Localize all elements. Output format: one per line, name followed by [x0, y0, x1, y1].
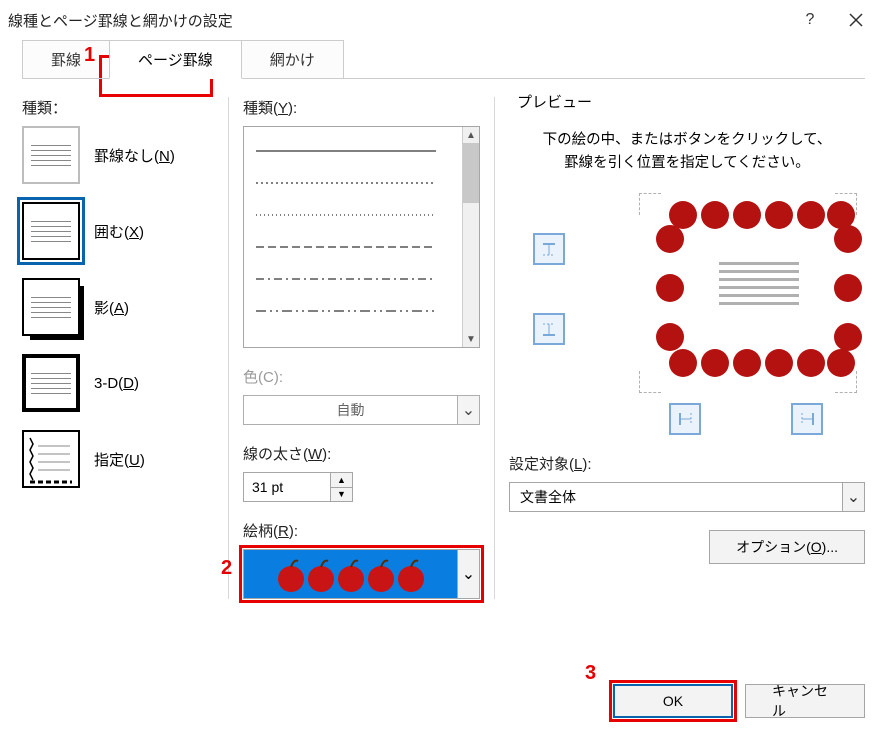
- edge-right-button[interactable]: [791, 403, 823, 435]
- annotation-number-2: 2: [221, 557, 232, 580]
- setting-shadow-label: 影(A): [94, 297, 129, 318]
- preview-legend: プレビュー: [513, 91, 596, 112]
- ok-button[interactable]: OK: [613, 684, 733, 718]
- apple-border-icon: [833, 272, 863, 302]
- setting-custom[interactable]: 指定(U): [22, 430, 222, 488]
- setting-type-label: 種類：: [22, 97, 222, 118]
- apple-border-icon: [655, 272, 685, 302]
- line-style-option[interactable]: [256, 167, 450, 199]
- setting-box-label: 囲む(X): [94, 221, 144, 242]
- color-combo[interactable]: 自動 ⌄: [243, 395, 480, 425]
- setting-3d-label: 3-D(D): [94, 375, 139, 392]
- line-style-option[interactable]: [256, 263, 450, 295]
- preview-stage[interactable]: [509, 193, 865, 393]
- preview-document: [659, 207, 859, 367]
- apple-border-icon: [655, 223, 685, 253]
- annotation-number-3: 3: [585, 662, 596, 685]
- scroll-down-icon[interactable]: ▼: [463, 331, 479, 347]
- spinner-down-icon[interactable]: ▼: [331, 487, 353, 503]
- line-style-option[interactable]: [256, 231, 450, 263]
- line-style-option[interactable]: [256, 295, 450, 327]
- line-style-list[interactable]: ▲ ▼: [243, 126, 480, 348]
- apple-icon: [306, 555, 336, 593]
- help-button[interactable]: ?: [787, 0, 833, 40]
- chevron-down-icon[interactable]: ⌄: [457, 396, 479, 424]
- apple-border-icon: [833, 321, 863, 351]
- setting-shadow[interactable]: 影(A): [22, 278, 222, 336]
- width-value[interactable]: 31 pt: [243, 472, 331, 502]
- preview-instruction: 下の絵の中、またはボタンをクリックして、罫線を引く位置を指定してください。: [509, 101, 865, 185]
- line-style-option[interactable]: [256, 135, 450, 167]
- cancel-button[interactable]: キャンセル: [745, 684, 865, 718]
- color-value: 自動: [244, 400, 457, 420]
- apple-border-icon: [655, 321, 685, 351]
- apple-icon: [336, 555, 366, 593]
- setting-box[interactable]: 囲む(X): [22, 202, 222, 260]
- options-button[interactable]: オプション(O)...: [709, 530, 865, 564]
- line-style-option[interactable]: [256, 199, 450, 231]
- tab-borders[interactable]: 罫線: [22, 40, 110, 79]
- chevron-down-icon[interactable]: ⌄: [842, 483, 864, 511]
- tab-shading[interactable]: 網かけ: [241, 40, 344, 79]
- scroll-up-icon[interactable]: ▲: [463, 127, 479, 143]
- apple-border-icon: [659, 345, 859, 377]
- edge-left-button[interactable]: [669, 403, 701, 435]
- custom-border-icon: [24, 432, 78, 486]
- apple-icon: [276, 555, 306, 593]
- apple-icon: [366, 555, 396, 593]
- chevron-down-icon[interactable]: ⌄: [457, 550, 479, 598]
- apple-border-icon: [659, 197, 859, 229]
- apple-border-icon: [833, 223, 863, 253]
- color-label: 色(C):: [243, 366, 480, 387]
- art-label: 絵柄(R):: [243, 520, 480, 541]
- document-lines-icon: [719, 257, 799, 310]
- corner-marker: [639, 193, 661, 215]
- dialog-title: 線種とページ罫線と網かけの設定: [8, 10, 233, 31]
- edge-top-button[interactable]: [533, 233, 565, 265]
- apple-icon: [396, 555, 426, 593]
- line-style-scrollbar[interactable]: ▲ ▼: [462, 127, 479, 347]
- apply-to-value: 文書全体: [510, 487, 842, 507]
- corner-marker: [639, 371, 661, 393]
- art-selected-preview: [244, 550, 457, 598]
- close-icon: [849, 13, 863, 27]
- setting-3d[interactable]: 3-D(D): [22, 354, 222, 412]
- art-combo[interactable]: ⌄: [243, 549, 480, 599]
- annotation-number-1: 1: [84, 44, 95, 67]
- close-button[interactable]: [833, 0, 879, 40]
- tab-page-border[interactable]: ページ罫線: [109, 40, 242, 79]
- line-style-label: 種類(Y):: [243, 97, 480, 118]
- apply-to-label: 設定対象(L):: [509, 453, 865, 474]
- edge-bottom-button[interactable]: [533, 313, 565, 345]
- setting-none-label: 罫線なし(N): [94, 145, 175, 166]
- spinner-up-icon[interactable]: ▲: [331, 472, 353, 487]
- setting-none[interactable]: 罫線なし(N): [22, 126, 222, 184]
- width-spinner[interactable]: 31 pt ▲ ▼: [243, 472, 353, 502]
- width-label: 線の太さ(W):: [243, 443, 480, 464]
- apply-to-combo[interactable]: 文書全体 ⌄: [509, 482, 865, 512]
- setting-custom-label: 指定(U): [94, 449, 145, 470]
